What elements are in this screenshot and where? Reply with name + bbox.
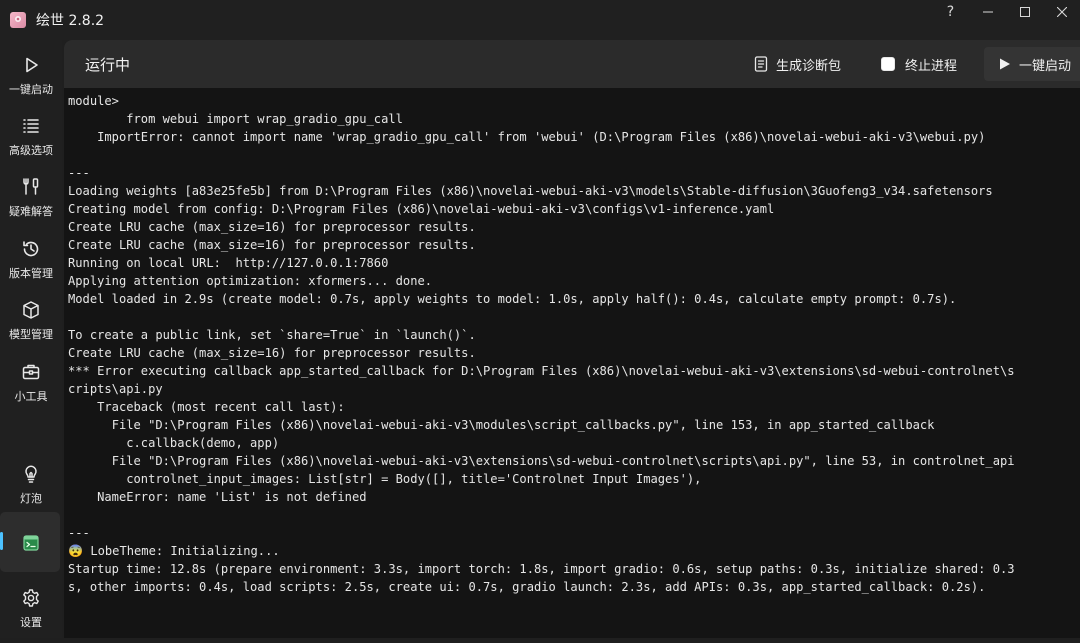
sidebar-item-lightbulb[interactable]: 灯泡 <box>0 461 62 519</box>
sidebar: 一键启动 高级选项 疑难解答 版本管理 模型管理 小工具 灯泡 设置 <box>0 40 62 638</box>
title-bar: 绘世 2.8.2 ? <box>0 0 1080 40</box>
close-button[interactable] <box>1043 0 1080 24</box>
sidebar-item-label: 模型管理 <box>9 328 53 341</box>
console-line: --- <box>68 526 90 540</box>
main-header: 运行中 生成诊断包 终止进程 一键启动 <box>64 40 1080 88</box>
console-line: c.callback(demo, app) <box>68 436 280 450</box>
console-line: File "D:\Program Files (x86)\novelai-web… <box>68 418 935 432</box>
console-line: Running on local URL: http://127.0.0.1:7… <box>68 256 389 270</box>
console-icon <box>23 535 39 551</box>
one-click-launch-label: 一键启动 <box>1019 58 1072 74</box>
console-line: Create LRU cache (max_size=16) for prepr… <box>68 346 476 360</box>
sidebar-item-launch[interactable]: 一键启动 <box>0 52 62 110</box>
console-line: Traceback (most recent call last): <box>68 400 345 414</box>
console-line: module> <box>68 94 119 108</box>
maximize-button[interactable] <box>1006 0 1043 24</box>
terminate-process-toggle[interactable]: 终止进程 <box>881 49 957 79</box>
sidebar-item-console[interactable] <box>0 530 62 588</box>
console-line: Loading weights [a83e25fe5b] from D:\Pro… <box>68 184 993 198</box>
list-icon <box>23 119 39 133</box>
toolbox-icon <box>22 364 40 380</box>
lightbulb-icon <box>25 465 37 483</box>
window-controls: ? <box>932 0 1080 26</box>
console-line: Create LRU cache (max_size=16) for prepr… <box>68 220 476 234</box>
console-line: *** Error executing callback app_started… <box>68 364 1015 378</box>
console-line: File "D:\Program Files (x86)\novelai-web… <box>68 454 1015 468</box>
gear-icon <box>23 589 39 607</box>
sidebar-item-tools[interactable]: 小工具 <box>0 359 62 417</box>
console-line: --- <box>68 166 90 180</box>
terminate-process-checkbox[interactable] <box>881 57 895 71</box>
sidebar-item-label: 版本管理 <box>9 267 53 280</box>
sidebar-item-label: 一键启动 <box>9 83 53 96</box>
page-title: 运行中 <box>85 55 131 74</box>
help-button[interactable]: ? <box>932 0 969 24</box>
sidebar-item-troubleshoot[interactable]: 疑难解答 <box>0 174 62 232</box>
console-line: Creating model from config: D:\Program F… <box>68 202 775 216</box>
main-panel: 运行中 生成诊断包 终止进程 一键启动 module> from webui i… <box>64 40 1080 638</box>
sidebar-item-advanced[interactable]: 高级选项 <box>0 113 62 171</box>
terminate-process-label: 终止进程 <box>905 58 958 74</box>
sidebar-item-label: 灯泡 <box>20 492 42 505</box>
console-line: 😨 LobeTheme: Initializing... <box>68 544 280 558</box>
sidebar-item-settings[interactable]: 设置 <box>0 585 62 643</box>
tools-icon <box>23 178 39 195</box>
console-line: Applying attention optimization: xformer… <box>68 274 433 288</box>
app-logo-icon <box>10 12 26 28</box>
sidebar-item-label: 高级选项 <box>9 144 53 157</box>
console-line: Startup time: 12.8s (prepare environment… <box>68 562 1015 576</box>
play-icon <box>1000 58 1010 70</box>
play-icon <box>26 57 38 73</box>
console-line: controlnet_input_images: List[str] = Bod… <box>68 472 702 486</box>
diagnostic-package-label: 生成诊断包 <box>776 58 842 74</box>
sidebar-item-label: 设置 <box>20 616 42 629</box>
sidebar-item-versions[interactable]: 版本管理 <box>0 236 62 294</box>
window-title: 绘世 2.8.2 <box>36 13 105 29</box>
one-click-launch-button[interactable]: 一键启动 <box>984 47 1080 81</box>
document-icon <box>754 56 768 72</box>
minimize-button[interactable] <box>969 0 1006 24</box>
console-line: from webui import wrap_gradio_gpu_call <box>68 112 403 126</box>
sidebar-item-models[interactable]: 模型管理 <box>0 297 62 355</box>
console-line: Model loaded in 2.9s (create model: 0.7s… <box>68 292 957 306</box>
console-line: To create a public link, set `share=True… <box>68 328 476 342</box>
history-icon <box>23 241 39 257</box>
console-line: cripts\api.py <box>68 382 163 396</box>
sidebar-item-label: 疑难解答 <box>9 205 53 218</box>
console-line: ImportError: cannot import name 'wrap_gr… <box>68 130 986 144</box>
console-line: s, other imports: 0.4s, load scripts: 2.… <box>68 580 986 594</box>
console-line: NameError: name 'List' is not defined <box>68 490 367 504</box>
console-line: Create LRU cache (max_size=16) for prepr… <box>68 238 476 252</box>
sidebar-item-label: 小工具 <box>14 390 48 403</box>
console-output[interactable]: module> from webui import wrap_gradio_gp… <box>68 92 1074 632</box>
diagnostic-package-button[interactable]: 生成诊断包 <box>754 49 841 79</box>
cube-icon <box>23 301 39 319</box>
